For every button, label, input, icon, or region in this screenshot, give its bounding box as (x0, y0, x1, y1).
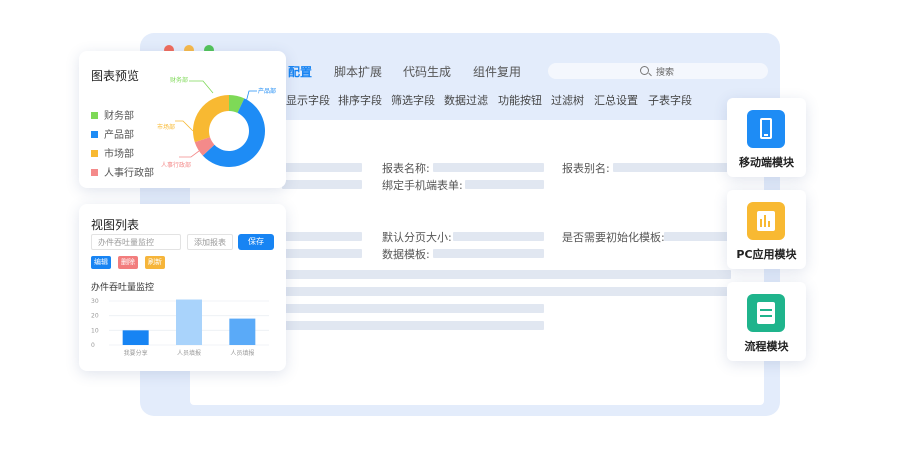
callout-product: 产品部 (258, 87, 276, 95)
y-tick-label: 30 (91, 298, 99, 305)
page-size-field[interactable] (453, 232, 544, 241)
search-input[interactable]: 搜索 (548, 63, 768, 79)
x-tick-label: 人员填报 (177, 349, 201, 357)
bar (122, 330, 149, 345)
pc-bar (760, 219, 762, 227)
module-label-flow: 流程模块 (744, 340, 789, 353)
bar (229, 318, 256, 345)
tab-data-filter[interactable]: 数据过滤 (444, 92, 488, 108)
init-template-label: 是否需要初始化模板: (562, 231, 665, 244)
x-tick-label: 人员填报 (230, 349, 254, 357)
search-icon (640, 66, 649, 75)
field-placeholder-bar[interactable] (282, 163, 362, 172)
y-tick-label: 0 (91, 342, 95, 349)
tab-summary[interactable]: 汇总设置 (594, 92, 638, 108)
data-template-label: 数据模板: (382, 248, 430, 261)
menu-item-reuse[interactable]: 组件复用 (473, 63, 521, 80)
chart-preview-card: 图表预览 财务部 产品部 市场部 人事行政部 财务部 产品部 市场部 人事行政部 (79, 51, 286, 188)
callout-line-hr (179, 150, 200, 158)
report-alias-label: 报表别名: (562, 162, 610, 175)
menu-item-config[interactable]: 配置 (288, 63, 312, 80)
data-template-field[interactable] (433, 249, 544, 258)
mobile-phone-icon (747, 110, 785, 148)
flow-line (760, 309, 772, 311)
content-line (282, 304, 544, 313)
module-card-mobile[interactable]: 移动端模块 (727, 98, 806, 177)
callout-market: 市场部 (157, 123, 175, 131)
x-tick-label: 我要分享 (124, 349, 148, 357)
menu-item-script[interactable]: 脚本扩展 (334, 63, 382, 80)
module-card-pc[interactable]: PC应用模块 (727, 190, 806, 269)
module-card-flow[interactable]: 流程模块 (727, 282, 806, 361)
stage: 配置 脚本扩展 代码生成 组件复用 搜索 显示字段 排序字段 筛选字段 数据过滤… (0, 0, 900, 449)
tab-display-fields[interactable]: 显示字段 (286, 92, 330, 108)
pc-bar (768, 221, 770, 227)
field-placeholder-bar[interactable] (282, 232, 362, 241)
report-name-label: 报表名称: (382, 162, 430, 175)
flow-doc-shape (757, 302, 775, 324)
tab-child-fields[interactable]: 子表字段 (648, 92, 692, 108)
bar (176, 299, 202, 345)
callout-hr: 人事行政部 (161, 161, 191, 169)
view-list-card: 视图列表 办件吞吐量监控 添加报表 保存 编辑 删除 刷新 办件吞吐量监控 30… (79, 204, 286, 371)
mobile-form-field[interactable] (465, 180, 544, 189)
report-name-field[interactable] (433, 163, 544, 172)
tab-sort-fields[interactable]: 排序字段 (338, 92, 382, 108)
init-template-field[interactable] (664, 232, 733, 241)
search-placeholder: 搜索 (656, 68, 675, 78)
callout-finance: 财务部 (170, 76, 188, 84)
tab-filter-fields[interactable]: 筛选字段 (391, 92, 435, 108)
menu-item-codegen[interactable]: 代码生成 (403, 63, 451, 80)
content-line (282, 321, 544, 330)
module-label-pc: PC应用模块 (736, 248, 797, 261)
report-alias-field[interactable] (613, 163, 733, 172)
callout-line-market (175, 120, 194, 132)
module-label-mobile: 移动端模块 (739, 156, 794, 169)
donut-slice (192, 94, 229, 143)
phone-button (764, 134, 768, 136)
content-line (282, 287, 731, 296)
flow-line (760, 315, 772, 317)
tab-filter-tree[interactable]: 过滤树 (551, 92, 584, 108)
y-tick-label: 10 (91, 327, 99, 334)
pc-bar (764, 215, 766, 227)
callout-line-finance (189, 80, 214, 94)
y-tick-label: 20 (91, 313, 99, 320)
field-placeholder-bar[interactable] (282, 180, 362, 189)
content-line (282, 270, 731, 279)
flow-document-icon (747, 294, 785, 332)
page-size-label: 默认分页大小: (382, 231, 452, 244)
field-placeholder-bar[interactable] (282, 249, 362, 258)
mobile-form-label: 绑定手机端表单: (382, 179, 463, 192)
donut-chart: 财务部 产品部 市场部 人事行政部 (157, 76, 276, 169)
bar-chart: 30 20 10 0 我要分享 人员填报 人员填报 (91, 298, 269, 357)
tab-function-buttons[interactable]: 功能按钮 (498, 92, 542, 108)
pc-chart-icon (747, 202, 785, 240)
